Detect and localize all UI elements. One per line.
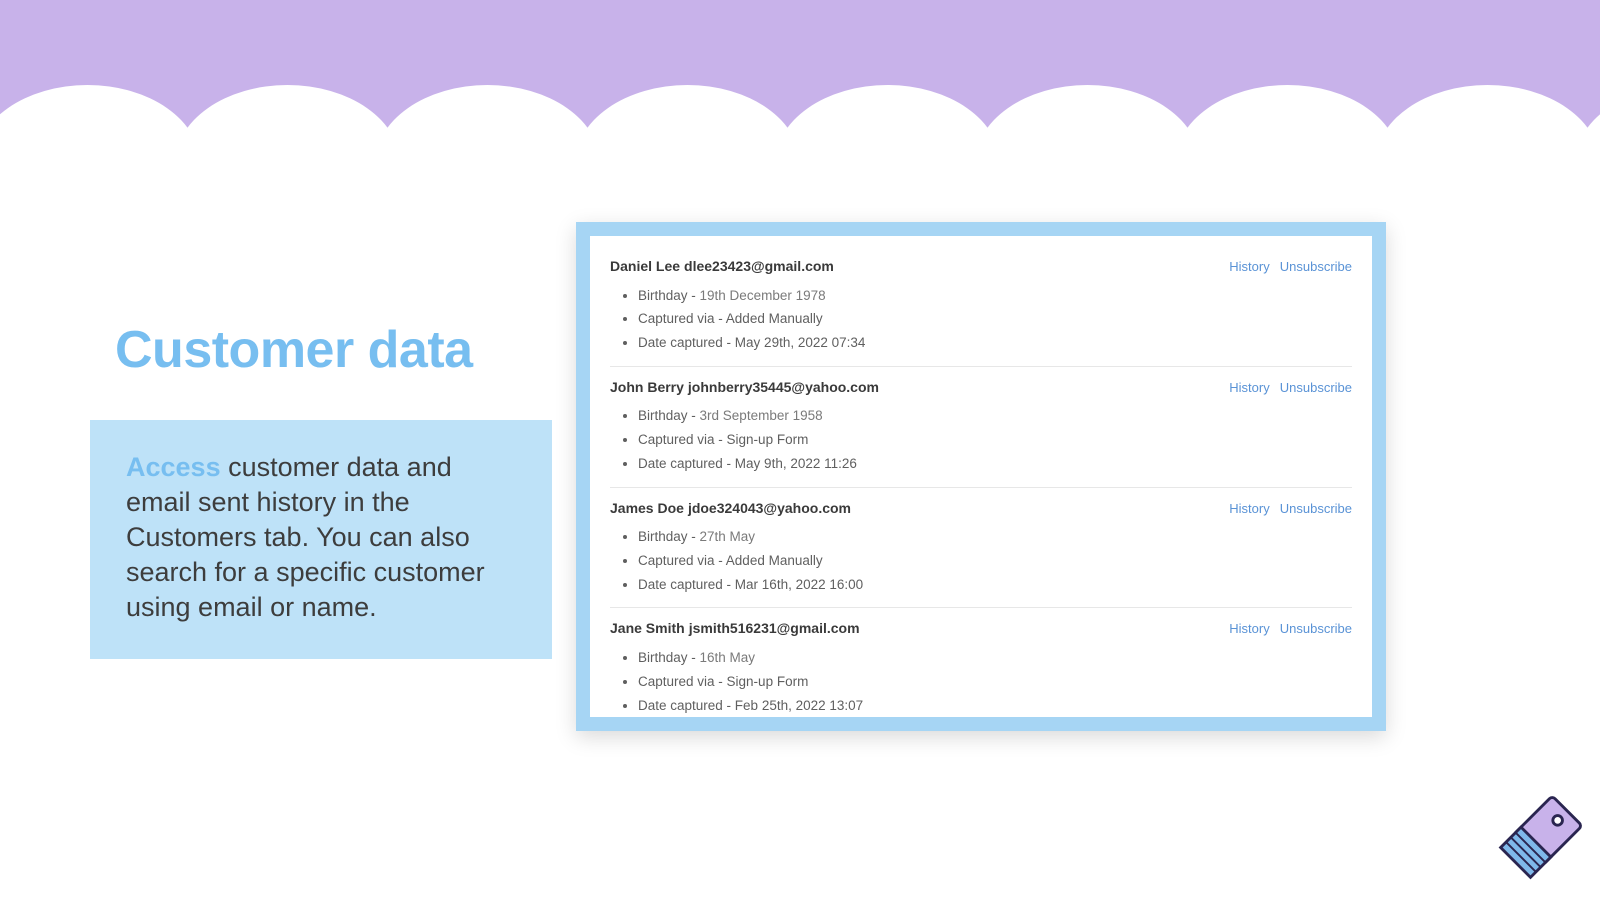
price-tag-icon <box>1492 790 1588 886</box>
customer-name: Jane Smith <box>610 620 685 636</box>
history-link[interactable]: History <box>1229 259 1269 274</box>
history-link[interactable]: History <box>1229 621 1269 636</box>
description-highlight: Access <box>126 452 221 482</box>
customer-date-captured: Date captured - May 29th, 2022 07:34 <box>638 332 1352 356</box>
customer-email: jsmith516231@gmail.com <box>689 620 860 636</box>
customer-list: Daniel Leedlee23423@gmail.com History Unsu… <box>590 236 1372 717</box>
customer-row: James Doejdoe324043@yahoo.com History Unsu… <box>610 488 1352 609</box>
customer-actions: History Unsubscribe <box>1219 621 1352 636</box>
customer-birthday: Birthday - 19th December 1978 <box>638 284 1352 308</box>
customer-name: James Doe <box>610 500 684 516</box>
customer-identity: James Doejdoe324043@yahoo.com <box>610 500 851 516</box>
customer-birthday: Birthday - 3rd September 1958 <box>638 405 1352 429</box>
unsubscribe-link[interactable]: Unsubscribe <box>1280 259 1352 274</box>
customer-email: jdoe324043@yahoo.com <box>688 500 851 516</box>
customer-captured-via: Captured via - Sign-up Form <box>638 429 1352 453</box>
customer-date-captured: Date captured - Mar 16th, 2022 16:00 <box>638 573 1352 597</box>
customer-row: John Berryjohnberry35445@yahoo.com Histor… <box>610 367 1352 488</box>
unsubscribe-link[interactable]: Unsubscribe <box>1280 501 1352 516</box>
customer-actions: History Unsubscribe <box>1219 259 1352 274</box>
customer-actions: History Unsubscribe <box>1219 380 1352 395</box>
description-text: Access customer data and email sent hist… <box>126 450 520 625</box>
customer-email: dlee23423@gmail.com <box>684 258 834 274</box>
page-title: Customer data <box>115 320 473 380</box>
customer-name: John Berry <box>610 379 684 395</box>
customer-row: Jane Smithjsmith516231@gmail.com History U… <box>610 608 1352 717</box>
customer-captured-via: Captured via - Added Manually <box>638 308 1352 332</box>
customer-email: johnberry35445@yahoo.com <box>688 379 879 395</box>
customer-list-panel: Daniel Leedlee23423@gmail.com History Unsu… <box>576 222 1386 731</box>
history-link[interactable]: History <box>1229 380 1269 395</box>
customer-birthday: Birthday - 16th May <box>638 646 1352 670</box>
customer-date-captured: Date captured - Feb 25th, 2022 13:07 <box>638 694 1352 717</box>
customer-captured-via: Captured via - Sign-up Form <box>638 670 1352 694</box>
customer-name: Daniel Lee <box>610 258 680 274</box>
customer-actions: History Unsubscribe <box>1219 501 1352 516</box>
customer-row: Daniel Leedlee23423@gmail.com History Unsu… <box>610 246 1352 367</box>
decorative-scallop-band <box>0 0 1600 155</box>
unsubscribe-link[interactable]: Unsubscribe <box>1280 380 1352 395</box>
customer-identity: Daniel Leedlee23423@gmail.com <box>610 258 834 274</box>
customer-identity: John Berryjohnberry35445@yahoo.com <box>610 379 879 395</box>
description-box: Access customer data and email sent hist… <box>90 420 552 659</box>
unsubscribe-link[interactable]: Unsubscribe <box>1280 621 1352 636</box>
customer-birthday: Birthday - 27th May <box>638 526 1352 550</box>
customer-captured-via: Captured via - Added Manually <box>638 549 1352 573</box>
customer-date-captured: Date captured - May 9th, 2022 11:26 <box>638 453 1352 477</box>
history-link[interactable]: History <box>1229 501 1269 516</box>
customer-identity: Jane Smithjsmith516231@gmail.com <box>610 620 860 636</box>
